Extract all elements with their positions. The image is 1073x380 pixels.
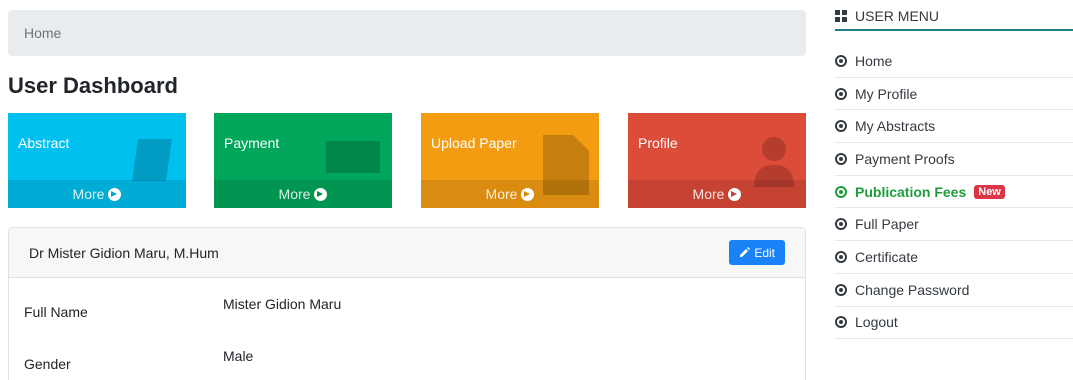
menu-item-publication-fees[interactable]: Publication Fees New [835, 176, 1073, 209]
abstract-box: Abstract More [8, 113, 186, 208]
gender-value: Male [223, 348, 254, 364]
profile-card: Dr Mister Gidion Maru, M.Hum Edit Full N… [8, 227, 806, 380]
full-name-label: Full Name [24, 304, 88, 320]
menu-item-label: Home [855, 52, 893, 69]
arrow-circle-right-icon [521, 187, 535, 201]
dot-circle-icon [835, 120, 847, 133]
menu-item-label: Certificate [855, 248, 919, 265]
dot-circle-icon [835, 54, 847, 67]
profile-box: Profile More [628, 113, 806, 208]
page-title: User Dashboard [8, 73, 178, 98]
menu-item-label: Change Password [855, 281, 970, 298]
new-badge: New [974, 184, 1005, 199]
money-icon [326, 141, 380, 173]
profile-row-full-name: Full Name Mister Gidion Maru [9, 278, 805, 330]
payment-box-label: Payment [224, 135, 280, 151]
arrow-circle-right-icon [728, 187, 742, 201]
gender-label: Gender [24, 356, 71, 372]
menu-item-label: Full Paper [855, 216, 919, 233]
menu-item-my-abstracts[interactable]: My Abstracts [835, 110, 1073, 144]
dot-circle-icon [835, 283, 847, 296]
upload-paper-box: Upload Paper More [421, 113, 599, 208]
profile-more-label: More [692, 186, 725, 202]
profile-name: Dr Mister Gidion Maru, M.Hum [29, 244, 219, 261]
profile-more-link[interactable]: More [628, 180, 806, 208]
payment-box: Payment More [214, 113, 392, 208]
payment-more-label: More [278, 186, 311, 202]
th-large-icon [835, 9, 847, 22]
menu-item-label: Publication Fees [855, 183, 967, 200]
user-menu-list: Home My Profile My Abstracts Payment Pro… [835, 45, 1073, 340]
edit-button-label: Edit [754, 245, 775, 260]
abstract-more-label: More [72, 186, 105, 202]
upload-paper-more-link[interactable]: More [421, 180, 599, 208]
menu-item-label: Logout [855, 314, 898, 331]
menu-item-label: My Profile [855, 85, 918, 102]
menu-item-label: Payment Proofs [855, 150, 955, 167]
pencil-icon [740, 247, 751, 257]
upload-paper-box-label: Upload Paper [431, 135, 517, 151]
upload-paper-more-label: More [485, 186, 518, 202]
menu-item-change-password[interactable]: Change Password [835, 274, 1073, 307]
menu-item-full-paper[interactable]: Full Paper [835, 208, 1073, 242]
user-menu-title: USER MENU [835, 0, 1073, 31]
abstract-box-label: Abstract [18, 135, 70, 151]
menu-item-label: My Abstracts [855, 118, 936, 135]
user-menu-title-text: USER MENU [855, 7, 940, 24]
profile-box-label: Profile [638, 135, 678, 151]
menu-item-payment-proofs[interactable]: Payment Proofs [835, 143, 1073, 176]
profile-row-gender: Gender Male [9, 330, 805, 380]
user-menu-sidebar: USER MENU Home My Profile My Abstracts P… [835, 0, 1073, 340]
arrow-circle-right-icon [108, 187, 122, 201]
menu-item-certificate[interactable]: Certificate [835, 241, 1073, 274]
edit-button[interactable]: Edit [729, 240, 785, 265]
payment-more-link[interactable]: More [214, 180, 392, 208]
abstract-more-link[interactable]: More [8, 180, 186, 208]
menu-item-logout[interactable]: Logout [835, 307, 1073, 340]
dot-circle-icon [835, 152, 847, 165]
breadcrumb-home[interactable]: Home [24, 25, 61, 41]
full-name-value: Mister Gidion Maru [223, 296, 342, 312]
dot-circle-icon [835, 316, 847, 329]
arrow-circle-right-icon [314, 187, 328, 201]
dot-circle-icon [835, 250, 847, 263]
dot-circle-icon [835, 218, 847, 231]
menu-item-home[interactable]: Home [835, 45, 1073, 78]
profile-card-header: Dr Mister Gidion Maru, M.Hum Edit [9, 228, 805, 278]
dot-circle-icon [835, 185, 847, 198]
dot-circle-icon [835, 87, 847, 100]
menu-item-my-profile[interactable]: My Profile [835, 78, 1073, 111]
book-icon [132, 139, 172, 181]
breadcrumb: Home [8, 10, 806, 56]
